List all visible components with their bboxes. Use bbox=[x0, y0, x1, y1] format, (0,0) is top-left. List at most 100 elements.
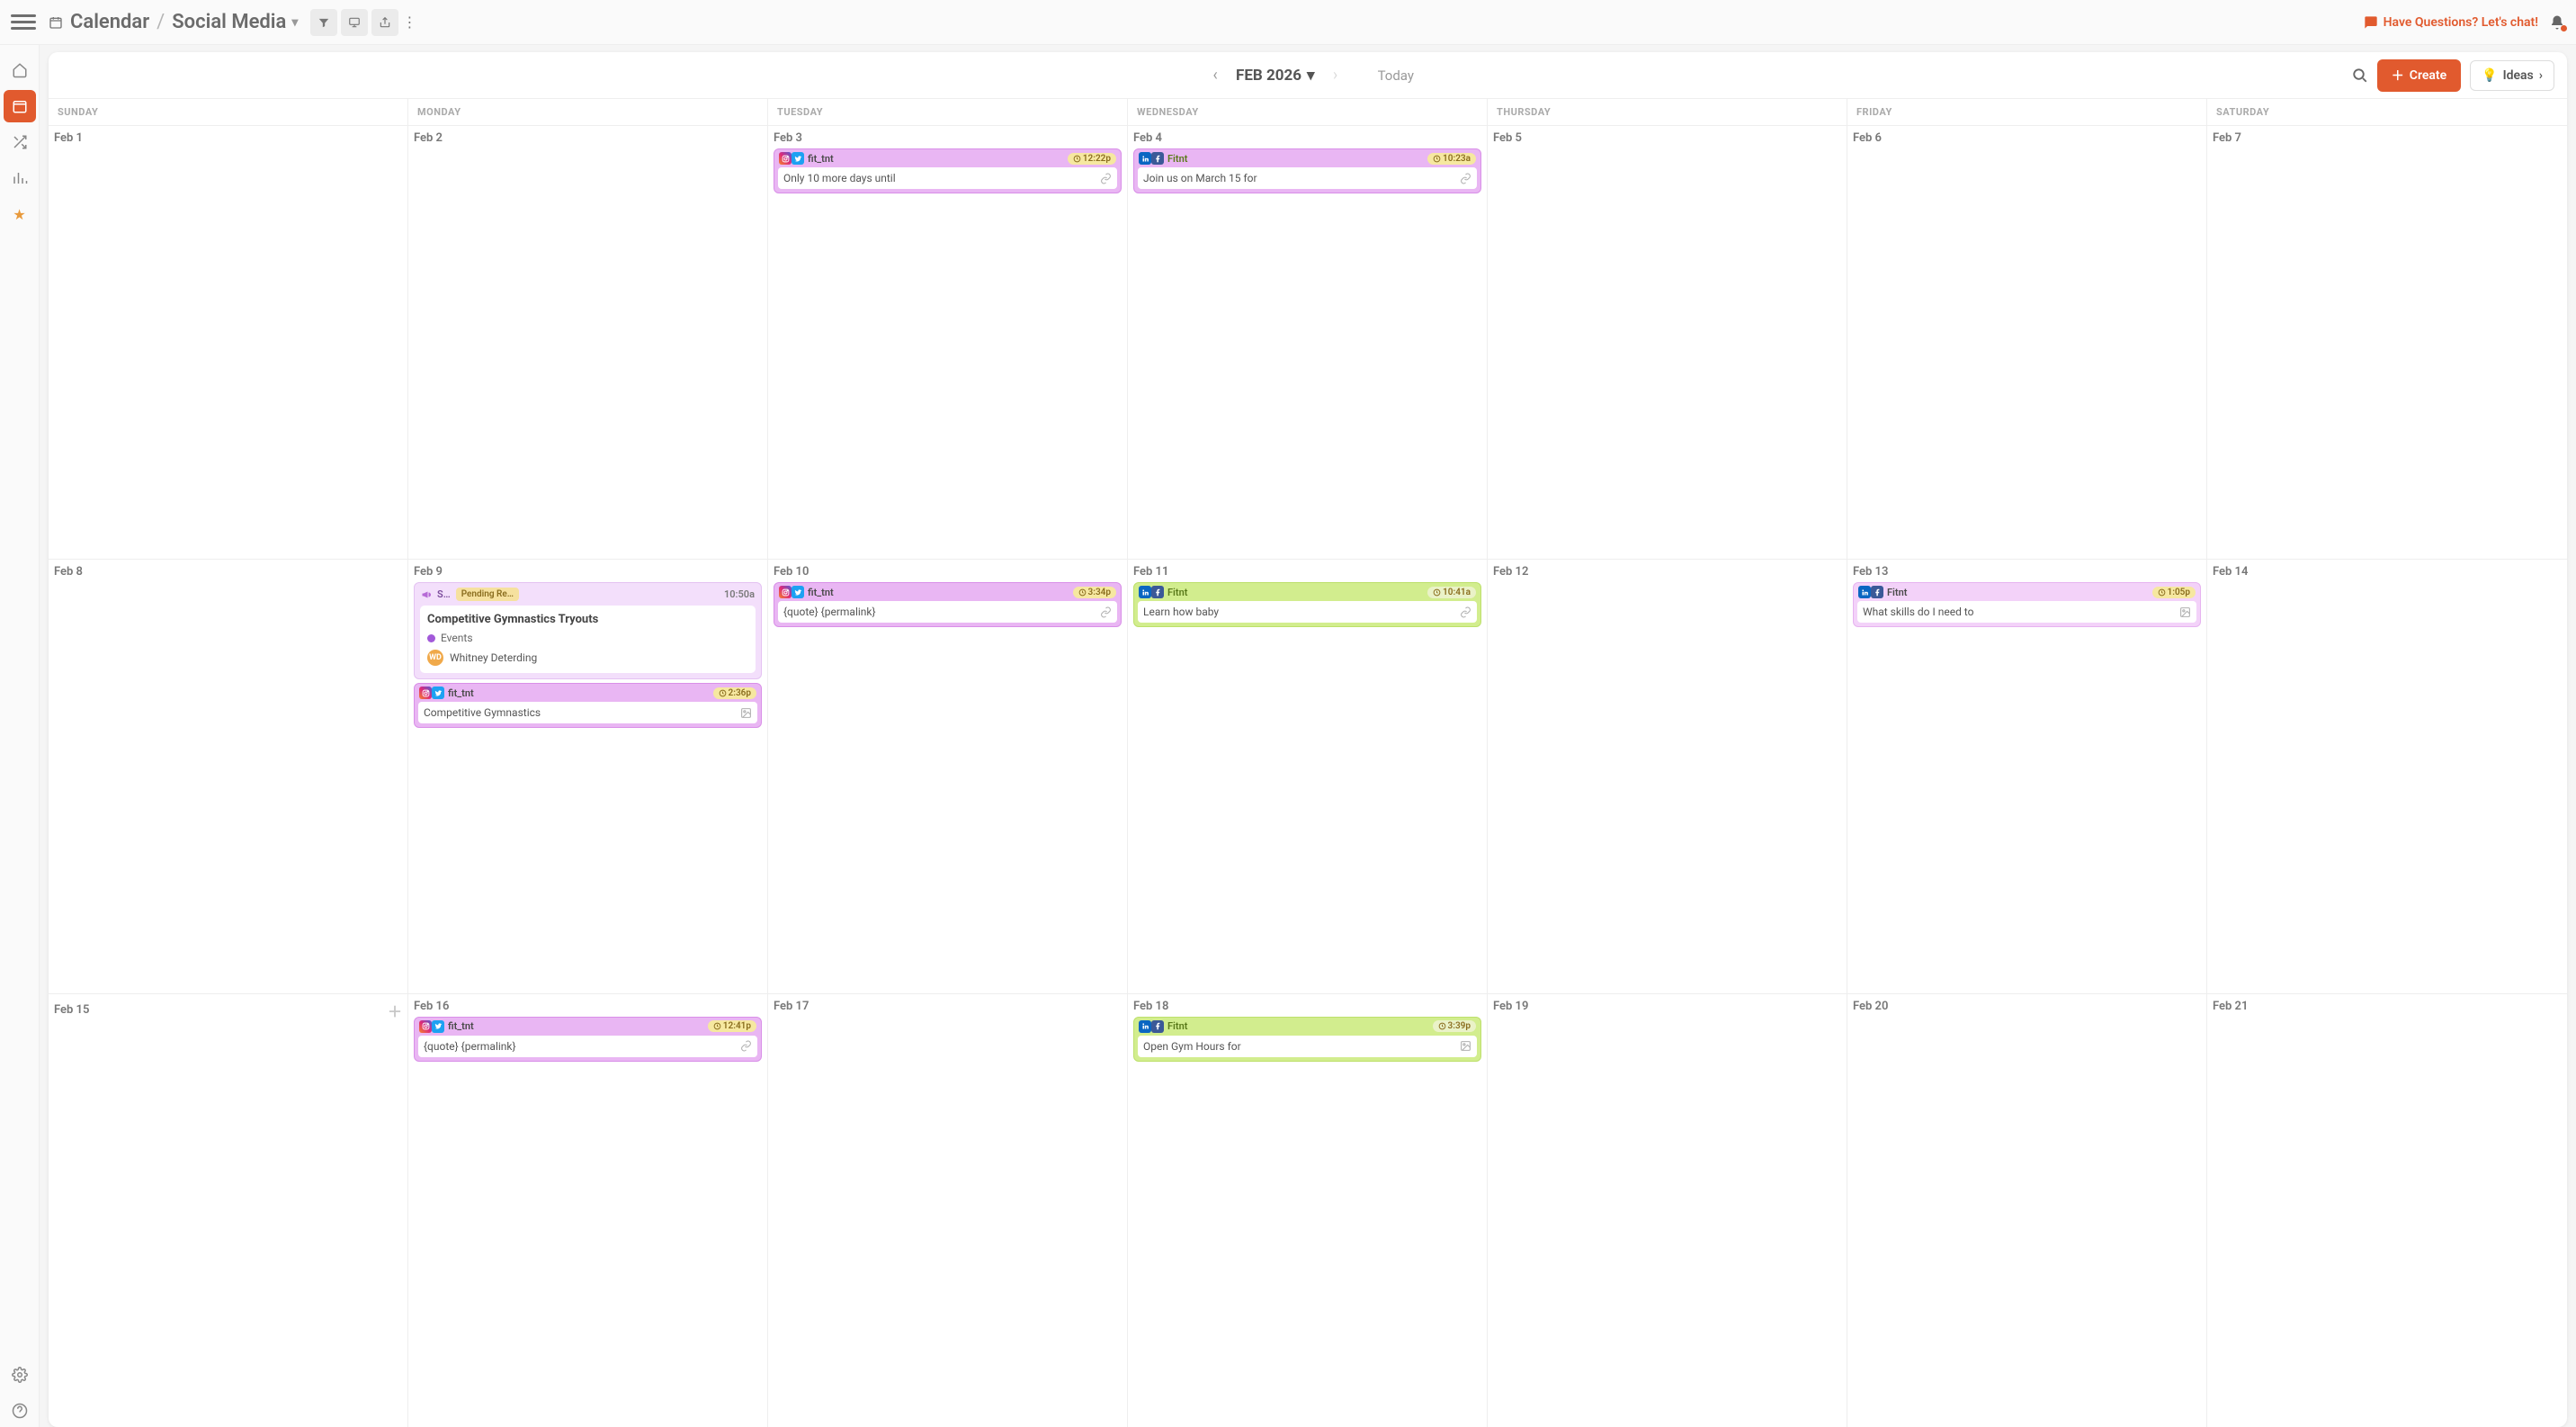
social-card-body: Competitive Gymnastics bbox=[418, 702, 757, 723]
ig-icon bbox=[779, 152, 792, 165]
time-pill: 12:22p bbox=[1068, 153, 1116, 165]
clock-icon bbox=[719, 689, 727, 697]
create-button[interactable]: ＋Create bbox=[2377, 59, 2461, 92]
social-card[interactable]: fit_tnt12:41p{quote} {permalink} bbox=[414, 1017, 762, 1062]
calendar-day[interactable]: Feb 6 bbox=[1847, 126, 2207, 559]
month-picker[interactable]: FEB 2026 ▾ bbox=[1236, 67, 1315, 85]
calendar-day[interactable]: Feb 16 fit_tnt12:41p{quote} {permalink} bbox=[408, 994, 768, 1427]
image-icon bbox=[740, 707, 752, 719]
network-icons bbox=[779, 586, 804, 598]
calendar-day[interactable]: Feb 8 bbox=[49, 560, 408, 992]
campaign-card[interactable]: S…Pending Re…10:50aCompetitive Gymnastic… bbox=[414, 582, 762, 679]
share-icon[interactable] bbox=[371, 9, 398, 36]
main: ‹ FEB 2026 ▾ › Today ＋Create 💡Ideas› SUN… bbox=[40, 45, 2576, 1427]
network-icons bbox=[419, 687, 444, 699]
calendar-day[interactable]: Feb 18Fitnt3:39pOpen Gym Hours for bbox=[1128, 994, 1488, 1427]
calendar-day[interactable]: Feb 3 fit_tnt12:22pOnly 10 more days unti… bbox=[768, 126, 1128, 559]
clock-icon bbox=[1078, 588, 1087, 597]
today-button[interactable]: Today bbox=[1378, 67, 1414, 84]
calendar-week: Feb 1 Feb 2 Feb 3 fit_tnt12:22pOnly 10 more… bbox=[49, 126, 2567, 560]
breadcrumb: Calendar / Social Media ▾ bbox=[49, 11, 298, 33]
day-date: Feb 16 bbox=[414, 1000, 762, 1013]
calendar-day[interactable]: Feb 2 bbox=[408, 126, 768, 559]
sidebar-home-icon[interactable] bbox=[4, 54, 36, 86]
notifications-icon[interactable] bbox=[2549, 14, 2565, 31]
tw-icon bbox=[432, 1020, 444, 1033]
time-pill: 12:41p bbox=[708, 1020, 756, 1032]
breadcrumb-leaf[interactable]: Social Media bbox=[172, 11, 286, 33]
day-date: Feb 3 bbox=[774, 131, 1122, 145]
calendar-day[interactable]: Feb 11Fitnt10:41aLearn how baby bbox=[1128, 560, 1488, 992]
chevron-down-icon: ▾ bbox=[1307, 67, 1315, 85]
calendar-day[interactable]: Feb 12 bbox=[1488, 560, 1847, 992]
social-card-head: fit_tnt12:41p bbox=[415, 1018, 761, 1036]
notification-dot bbox=[2561, 25, 2567, 31]
calendar-day[interactable]: Feb 10fit_tnt3:34p{quote} {permalink} bbox=[768, 560, 1128, 992]
sidebar-help-icon[interactable] bbox=[4, 1395, 36, 1427]
top-header: Calendar / Social Media ▾ ⋮ Have Questio… bbox=[0, 0, 2576, 45]
day-date: Feb 4 bbox=[1133, 131, 1481, 145]
calendar-day[interactable]: Feb 9S…Pending Re…10:50aCompetitive Gymn… bbox=[408, 560, 768, 992]
next-month-icon[interactable]: › bbox=[1322, 62, 1349, 89]
time-pill: 3:39p bbox=[1433, 1020, 1477, 1032]
calendar-day[interactable]: Feb 1 bbox=[49, 126, 408, 559]
social-card[interactable]: Fitnt1:05pWhat skills do I need to bbox=[1853, 582, 2201, 627]
social-card[interactable]: Fitnt3:39pOpen Gym Hours for bbox=[1133, 1017, 1481, 1062]
display-icon[interactable] bbox=[341, 9, 368, 36]
social-card-body: Learn how baby bbox=[1138, 601, 1477, 623]
social-handle: fit_tnt bbox=[808, 587, 1069, 598]
time-pill: 1:05p bbox=[2152, 587, 2196, 598]
chat-link[interactable]: Have Questions? Let's chat! bbox=[2364, 15, 2538, 30]
social-card[interactable]: fit_tnt3:34p{quote} {permalink} bbox=[774, 582, 1122, 627]
social-card[interactable]: Fitnt10:23aJoin us on March 15 for bbox=[1133, 148, 1481, 193]
social-card[interactable]: fit_tnt2:36pCompetitive Gymnastics bbox=[414, 683, 762, 728]
campaign-label: S… bbox=[437, 588, 451, 600]
calendar-weeks: Feb 1 Feb 2 Feb 3 fit_tnt12:22pOnly 10 more… bbox=[49, 126, 2567, 1427]
ig-icon bbox=[419, 687, 432, 699]
tw-icon bbox=[792, 152, 804, 165]
calendar-day[interactable]: Feb 21 bbox=[2207, 994, 2567, 1427]
day-date: Feb 20 bbox=[1853, 1000, 2201, 1013]
calendar-day[interactable]: Feb 15＋ bbox=[49, 994, 408, 1427]
campaign-owner: WDWhitney Deterding bbox=[427, 650, 748, 666]
social-card[interactable]: fit_tnt12:22pOnly 10 more days until bbox=[774, 148, 1122, 193]
chevron-down-icon[interactable]: ▾ bbox=[291, 15, 298, 30]
sidebar-star-icon[interactable]: ★ bbox=[4, 198, 36, 230]
calendar-day[interactable]: Feb 7 bbox=[2207, 126, 2567, 559]
day-header: TUESDAY bbox=[768, 99, 1128, 125]
chat-link-label: Have Questions? Let's chat! bbox=[2384, 15, 2538, 30]
breadcrumb-root[interactable]: Calendar bbox=[70, 11, 149, 33]
calendar-grid: SUNDAYMONDAYTUESDAYWEDNESDAYTHURSDAYFRID… bbox=[49, 99, 2567, 1427]
ideas-button[interactable]: 💡Ideas› bbox=[2470, 60, 2554, 91]
sidebar-shuffle-icon[interactable] bbox=[4, 126, 36, 158]
calendar-day[interactable]: Feb 4 Fitnt10:23aJoin us on March 15 for bbox=[1128, 126, 1488, 559]
calendar-day[interactable]: Feb 13Fitnt1:05pWhat skills do I need to bbox=[1847, 560, 2207, 992]
clock-icon bbox=[1073, 155, 1081, 163]
breadcrumb-separator: / bbox=[157, 11, 165, 33]
sidebar-settings-icon[interactable] bbox=[4, 1359, 36, 1391]
sidebar: ★ bbox=[0, 45, 40, 1427]
social-card[interactable]: Fitnt10:41aLearn how baby bbox=[1133, 582, 1481, 627]
network-icons bbox=[1139, 586, 1164, 598]
time-pill: 10:41a bbox=[1427, 587, 1476, 598]
calendar-day[interactable]: Feb 14 bbox=[2207, 560, 2567, 992]
calendar-day[interactable]: Feb 20 bbox=[1847, 994, 2207, 1427]
filter-icon[interactable] bbox=[310, 9, 337, 36]
day-date: Feb 1 bbox=[54, 131, 402, 145]
calendar-nav: ‹ FEB 2026 ▾ › Today bbox=[1202, 62, 1414, 89]
sidebar-calendar-icon[interactable] bbox=[4, 90, 36, 122]
search-icon[interactable] bbox=[2352, 67, 2368, 84]
more-icon[interactable]: ⋮ bbox=[402, 9, 416, 36]
calendar-day[interactable]: Feb 5 bbox=[1488, 126, 1847, 559]
calendar-day[interactable]: Feb 19 bbox=[1488, 994, 1847, 1427]
day-header: MONDAY bbox=[408, 99, 768, 125]
hamburger-menu-icon[interactable] bbox=[11, 10, 36, 35]
campaign-body: Competitive Gymnastics TryoutsEventsWDWh… bbox=[420, 606, 756, 673]
sidebar-analytics-icon[interactable] bbox=[4, 162, 36, 194]
fb-icon bbox=[1151, 586, 1164, 598]
calendar-day[interactable]: Feb 17 bbox=[768, 994, 1128, 1427]
prev-month-icon[interactable]: ‹ bbox=[1202, 62, 1229, 89]
add-item-icon[interactable]: ＋ bbox=[388, 1000, 402, 1021]
social-card-body: {quote} {permalink} bbox=[778, 601, 1117, 623]
day-header: SUNDAY bbox=[49, 99, 408, 125]
